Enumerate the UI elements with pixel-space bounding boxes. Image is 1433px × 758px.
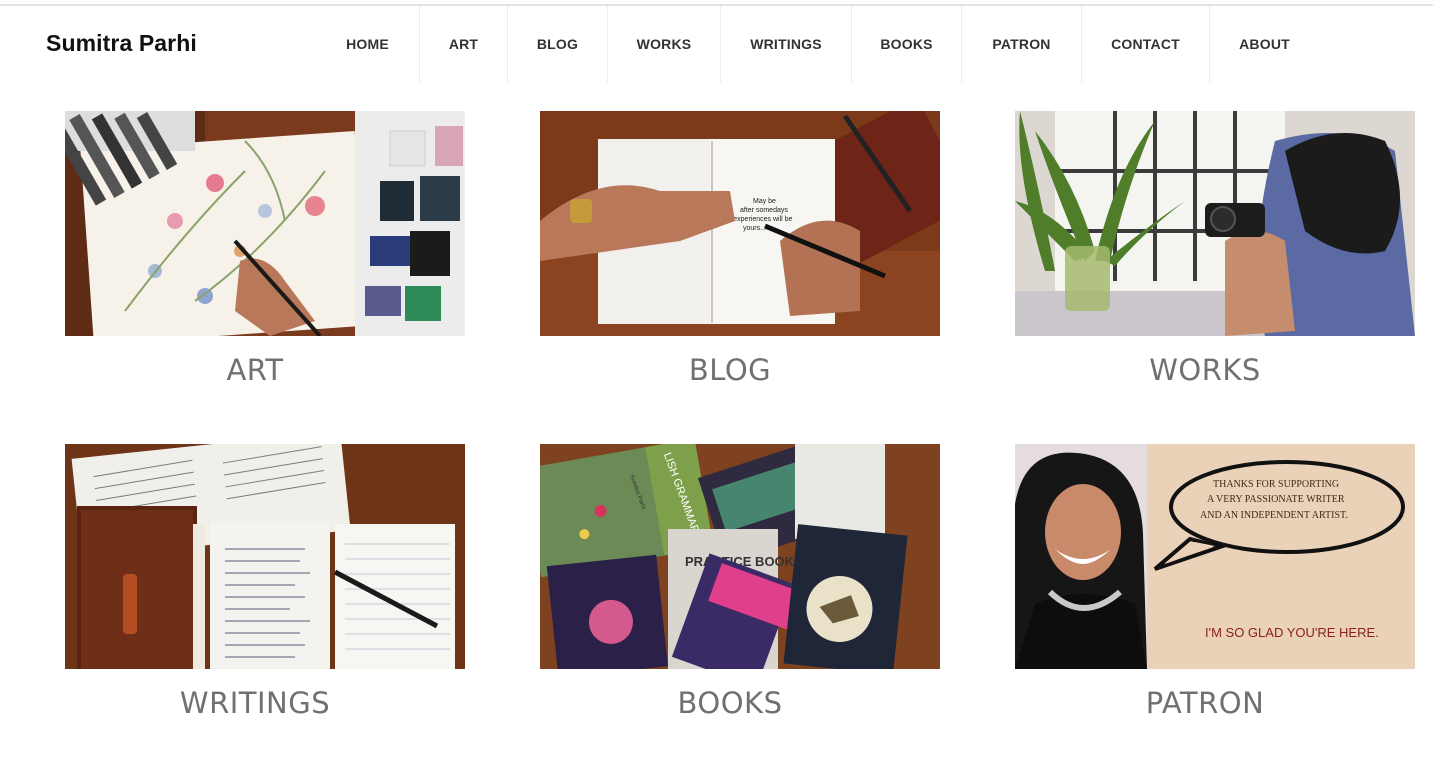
nav-about[interactable]: ABOUT bbox=[1209, 6, 1319, 82]
nav-contact[interactable]: CONTACT bbox=[1081, 6, 1209, 82]
art-image[interactable] bbox=[65, 111, 465, 336]
site-header: Sumitra Parhi HOME ART BLOG WORKS WRITIN… bbox=[0, 6, 1433, 82]
card-books[interactable]: LISH GRAMMAR Sumitra Parhi PRACTICE BOOK bbox=[540, 444, 940, 720]
site-brand[interactable]: Sumitra Parhi bbox=[46, 30, 197, 57]
card-title[interactable]: PATRON bbox=[1015, 686, 1395, 720]
nav-works[interactable]: WORKS bbox=[607, 6, 720, 82]
nav-home[interactable]: HOME bbox=[316, 6, 419, 82]
card-title[interactable]: ART bbox=[65, 353, 445, 387]
patron-image-text-2: A VERY PASSIONATE WRITER bbox=[1207, 494, 1345, 505]
card-title[interactable]: BLOG bbox=[540, 353, 920, 387]
nav-blog[interactable]: BLOG bbox=[507, 6, 607, 82]
nav-writings[interactable]: WRITINGS bbox=[720, 6, 851, 82]
card-writings[interactable]: WRITINGS bbox=[65, 444, 465, 720]
books-image[interactable]: LISH GRAMMAR Sumitra Parhi PRACTICE BOOK bbox=[540, 444, 940, 669]
card-art[interactable]: ART bbox=[65, 111, 465, 387]
blog-image-text-2: after somedays bbox=[740, 207, 788, 214]
nav-art[interactable]: ART bbox=[419, 6, 507, 82]
card-works[interactable]: WORKS bbox=[1015, 111, 1415, 387]
patron-image-text-4: I'M SO GLAD YOU'RE HERE. bbox=[1205, 625, 1379, 640]
card-patron[interactable]: THANKS FOR SUPPORTING A VERY PASSIONATE … bbox=[1015, 444, 1415, 720]
blog-image-text-4: yours... bbox=[743, 225, 766, 232]
card-blog[interactable]: May be after somedays my experiences wil… bbox=[540, 111, 940, 387]
writings-image[interactable] bbox=[65, 444, 465, 669]
blog-image[interactable]: May be after somedays my experiences wil… bbox=[540, 111, 940, 336]
nav-books[interactable]: BOOKS bbox=[851, 6, 961, 82]
patron-image-text-1: THANKS FOR SUPPORTING bbox=[1213, 479, 1339, 490]
card-title[interactable]: WORKS bbox=[1015, 353, 1395, 387]
blog-image-text-1: May be bbox=[753, 198, 776, 205]
main-nav: HOME ART BLOG WORKS WRITINGS BOOKS PATRO… bbox=[316, 6, 1319, 82]
patron-image-text-3: AND AN INDEPENDENT ARTIST. bbox=[1200, 510, 1348, 521]
works-image[interactable] bbox=[1015, 111, 1415, 336]
card-title[interactable]: BOOKS bbox=[540, 686, 920, 720]
patron-image[interactable]: THANKS FOR SUPPORTING A VERY PASSIONATE … bbox=[1015, 444, 1415, 669]
card-title[interactable]: WRITINGS bbox=[65, 686, 445, 720]
nav-patron[interactable]: PATRON bbox=[961, 6, 1081, 82]
